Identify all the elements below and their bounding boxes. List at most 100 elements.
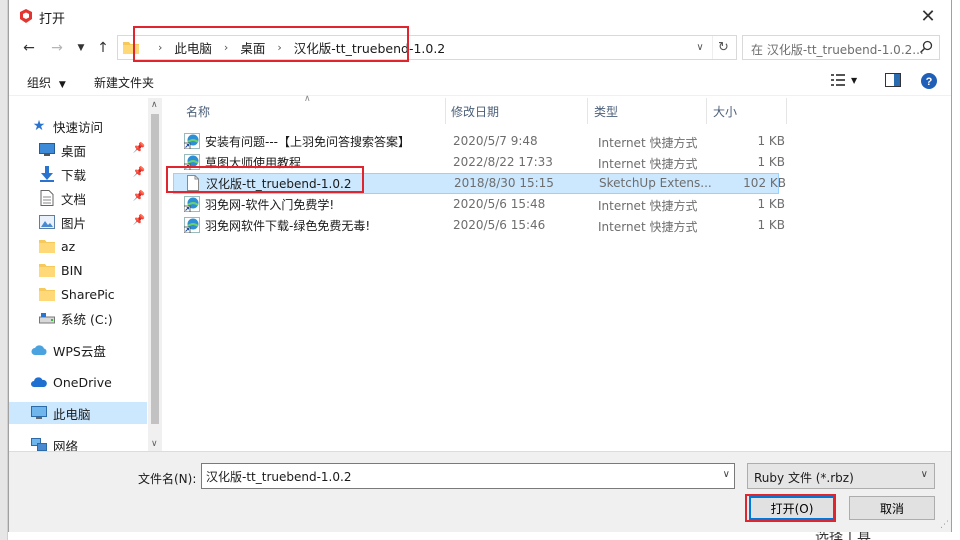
file-size: 1 KB — [757, 197, 785, 211]
background-window-edge — [0, 0, 8, 540]
file-date: 2020/5/6 15:46 — [453, 218, 546, 232]
sidebar-item-wps-cloud[interactable]: WPS云盘 — [9, 339, 147, 361]
pin-icon[interactable]: 📌 — [133, 215, 145, 226]
sidebar-item-onedrive[interactable]: OneDrive — [9, 371, 147, 393]
caret-down-icon: ▼ — [58, 80, 66, 90]
sidebar-item-quick-access[interactable]: ★ 快速访问 — [9, 115, 147, 137]
view-dropdown-button[interactable]: ▼ — [851, 76, 857, 85]
sidebar-item-desktop[interactable]: 桌面 📌 — [9, 139, 147, 161]
scrollbar-thumb[interactable] — [151, 114, 159, 424]
download-icon — [39, 166, 55, 182]
help-button[interactable]: ? — [921, 73, 937, 92]
chevron-right-icon[interactable]: › — [267, 41, 291, 54]
recent-locations-button[interactable]: ▼ — [71, 38, 91, 58]
view-options-button[interactable] — [831, 73, 845, 90]
desktop-icon — [39, 142, 55, 158]
file-date: 2020/5/6 15:48 — [453, 197, 546, 211]
close-button[interactable]: ✕ — [905, 0, 951, 32]
file-name: 汉化版-tt_truebend-1.0.2 — [206, 177, 352, 191]
internet-shortcut-icon — [184, 196, 200, 212]
pin-icon[interactable]: 📌 — [133, 191, 145, 202]
window-title: 打开 — [39, 12, 66, 27]
search-placeholder: 在 汉化版-tt_truebend-1.0.2... — [751, 43, 924, 57]
file-size: 1 KB — [757, 155, 785, 169]
folder-icon — [39, 262, 55, 278]
file-row-selected[interactable]: 汉化版-tt_truebend-1.0.2 2018/8/30 15:15 Sk… — [173, 173, 786, 194]
column-header-size[interactable]: 大小 — [707, 98, 787, 124]
organize-button[interactable]: 组织 ▼ — [27, 74, 66, 91]
file-name: 羽免网软件下载-绿色免费无毒! — [205, 219, 371, 233]
sidebar-item-bin[interactable]: BIN — [9, 259, 147, 281]
up-button[interactable]: ↑ — [93, 38, 113, 58]
file-row[interactable]: 羽免网-软件入门免费学! 2020/5/6 15:48 Internet 快捷方… — [173, 194, 785, 215]
file-row[interactable]: 安装有问题---【上羽免问答搜索答案】 2020/5/7 9:48 Intern… — [173, 131, 785, 152]
filename-combobox[interactable]: ∨ — [201, 463, 735, 489]
file-icon — [187, 175, 199, 191]
picture-icon — [39, 214, 55, 230]
scroll-up-icon[interactable]: ∧ — [151, 100, 158, 110]
file-date: 2018/8/30 15:15 — [454, 176, 554, 190]
search-input[interactable]: 在 汉化版-tt_truebend-1.0.2... — [742, 35, 940, 60]
svg-text:?: ? — [926, 76, 933, 88]
arrow-left-icon: ← — [23, 40, 35, 56]
internet-shortcut-icon — [184, 133, 200, 149]
forward-button[interactable]: → — [47, 38, 67, 58]
sidebar-scrollbar[interactable]: ∧ ∨ — [148, 98, 162, 451]
refresh-button[interactable]: ↻ — [712, 36, 734, 59]
open-file-dialog: 打开 ✕ ← → ▼ ↑ › 此电脑 › 桌面 › 汉化版-tt_trueben… — [8, 0, 952, 532]
sidebar-item-downloads[interactable]: 下载 📌 — [9, 163, 147, 185]
file-type: SketchUp Extens... — [599, 176, 712, 190]
sidebar-item-az[interactable]: az — [9, 235, 147, 257]
dialog-footer: 文件名(N): ∨ Ruby 文件 (*.rbz) ∨ 打开(O) 取消 ⋰ — [9, 451, 951, 532]
sidebar-item-sharepic[interactable]: SharePic — [9, 283, 147, 305]
folder-icon — [39, 238, 55, 254]
star-icon: ★ — [32, 118, 46, 134]
breadcrumb-item[interactable]: 汉化版-tt_truebend-1.0.2 — [292, 38, 448, 57]
file-row[interactable]: 草图大师使用教程 2022/8/22 17:33 Internet 快捷方式 1… — [173, 152, 785, 173]
filetype-select[interactable]: Ruby 文件 (*.rbz) ∨ — [747, 463, 935, 489]
file-type: Internet 快捷方式 — [598, 199, 698, 213]
file-size: 102 KB — [743, 176, 786, 190]
refresh-icon: ↻ — [718, 40, 729, 55]
arrow-right-icon: → — [51, 40, 63, 56]
pin-icon[interactable]: 📌 — [133, 143, 145, 154]
column-header-date[interactable]: 修改日期 — [445, 98, 588, 124]
file-row[interactable]: 羽免网软件下载-绿色免费无毒! 2020/5/6 15:46 Internet … — [173, 215, 785, 236]
new-folder-button[interactable]: 新建文件夹 — [94, 74, 154, 91]
address-bar[interactable]: › 此电脑 › 桌面 › 汉化版-tt_truebend-1.0.2 ∨ ↻ — [117, 35, 737, 60]
open-button[interactable]: 打开(O) — [749, 496, 835, 520]
sidebar-item-pictures[interactable]: 图片 📌 — [9, 211, 147, 233]
chevron-down-icon[interactable]: ∨ — [723, 469, 730, 480]
navigation-pane: ★ 快速访问 桌面 📌 下载 📌 文档 📌 图片 📌 az BIN ShareP… — [9, 98, 162, 454]
sidebar-item-system-c[interactable]: 系统 (C:) — [9, 307, 147, 329]
file-date: 2020/5/7 9:48 — [453, 134, 538, 148]
organize-label: 组织 — [27, 76, 52, 90]
breadcrumb-item[interactable]: 桌面 — [238, 38, 267, 57]
cancel-button[interactable]: 取消 — [849, 496, 935, 520]
file-size: 1 KB — [757, 218, 785, 232]
scroll-down-icon[interactable]: ∨ — [151, 439, 158, 449]
arrow-up-icon: ↑ — [97, 40, 109, 56]
column-header-name[interactable]: 名称 — [180, 98, 446, 124]
help-icon: ? — [921, 73, 937, 89]
file-name: 草图大师使用教程 — [205, 156, 302, 170]
breadcrumb-item[interactable]: 此电脑 — [172, 38, 214, 57]
address-history-button[interactable]: ∨ — [690, 36, 710, 59]
title-bar: 打开 ✕ — [9, 0, 951, 32]
chevron-down-icon: ▼ — [77, 43, 85, 53]
sidebar-item-documents[interactable]: 文档 📌 — [9, 187, 147, 209]
column-header-type[interactable]: 类型 — [588, 98, 707, 124]
resize-grip-icon[interactable]: ⋰ — [940, 520, 949, 530]
preview-pane-button[interactable] — [885, 73, 901, 90]
pin-icon[interactable]: 📌 — [133, 167, 145, 178]
sidebar-item-this-pc[interactable]: 此电脑 — [9, 402, 147, 424]
onedrive-icon — [31, 374, 47, 390]
file-size: 1 KB — [757, 134, 785, 148]
chevron-right-icon[interactable]: › — [214, 41, 238, 54]
back-button[interactable]: ← — [19, 38, 39, 58]
close-icon: ✕ — [920, 5, 936, 27]
filename-input[interactable] — [206, 465, 706, 487]
chevron-right-icon: › — [158, 41, 163, 54]
breadcrumb: › 此电脑 › 桌面 › 汉化版-tt_truebend-1.0.2 — [148, 36, 447, 59]
file-type: Internet 快捷方式 — [598, 157, 698, 171]
